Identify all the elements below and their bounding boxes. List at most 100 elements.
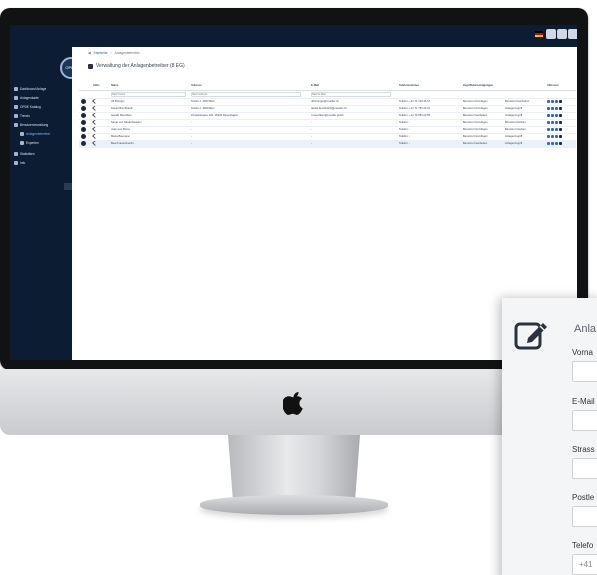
- copy-icon[interactable]: [551, 106, 554, 110]
- expand-row-icon[interactable]: [81, 105, 86, 111]
- breadcrumb-home[interactable]: Startseite: [94, 51, 108, 55]
- settings-button[interactable]: [557, 29, 567, 39]
- delete-icon[interactable]: [559, 120, 562, 124]
- active-toggle-icon[interactable]: [92, 126, 98, 132]
- table-row[interactable]: Beat Frauenknecht - - Telefon: - Benutzer be…: [79, 140, 576, 148]
- expand-row-icon[interactable]: [81, 112, 86, 118]
- sidebar-item-users[interactable]: Benutzerverwaltung: [14, 121, 48, 129]
- sidebar-item-operators[interactable]: Anlagenbetreiber: [20, 130, 50, 138]
- delete-icon[interactable]: [559, 113, 562, 117]
- delete-icon[interactable]: [559, 141, 562, 145]
- edit-icon[interactable]: [547, 113, 550, 117]
- edit-icon[interactable]: [547, 99, 550, 103]
- language-flag-icon[interactable]: [535, 31, 543, 37]
- edit-icon[interactable]: [547, 106, 550, 110]
- expand-cell: [79, 133, 91, 141]
- column-header-name[interactable]: Name: [109, 81, 189, 91]
- expand-row-icon[interactable]: [81, 119, 86, 125]
- column-header-email[interactable]: E-Mail: [309, 81, 397, 91]
- copy-icon[interactable]: [551, 134, 554, 138]
- permission-cell: Benutzer bearbeiten: [461, 140, 503, 148]
- active-toggle-icon[interactable]: [92, 119, 98, 125]
- table-row[interactable]: Serge von Niederhäusern - - Telefon: - Benut…: [79, 119, 576, 127]
- column-header-address[interactable]: Adresse: [189, 81, 309, 91]
- column-header: [79, 81, 91, 91]
- expand-row-icon[interactable]: [81, 126, 86, 132]
- sidebar-item-trends[interactable]: Trends: [14, 112, 30, 120]
- key-icon[interactable]: [555, 127, 558, 131]
- table-row[interactable]: Daniel Burckhardt Teststr.1, 3000 Bern dan…: [79, 105, 576, 113]
- page-title-text: Verwaltung der Anlagenbetreiber (8 EG): [96, 63, 185, 69]
- table-row[interactable]: Maria Baumann - - Telefon: - Benutzer hinzuf…: [79, 133, 576, 141]
- sidebar-item-info[interactable]: Info: [14, 159, 25, 167]
- key-icon[interactable]: [555, 113, 558, 117]
- delete-icon[interactable]: [559, 134, 562, 138]
- active-toggle-icon[interactable]: [92, 105, 98, 111]
- row-actions: [547, 141, 563, 146]
- phone-cell: Telefon: +41 71 765 43 21: [397, 105, 461, 113]
- filter-name-input[interactable]: [111, 91, 186, 97]
- expand-cell: [79, 140, 91, 148]
- sidebar-item-label: Trends: [20, 114, 30, 118]
- email-cell: -: [309, 140, 397, 148]
- email-input[interactable]: [572, 410, 597, 431]
- expand-row-icon[interactable]: [81, 98, 86, 104]
- filter-email-input[interactable]: [311, 91, 391, 97]
- edit-icon[interactable]: [547, 141, 550, 145]
- delete-icon[interactable]: [559, 106, 562, 110]
- sidebar-item-catalog[interactable]: OPDE Katalog: [14, 103, 41, 111]
- sidebar-item-experts[interactable]: Experten: [20, 139, 39, 147]
- key-icon[interactable]: [555, 141, 558, 145]
- sidebar-collapse-button[interactable]: [64, 183, 72, 190]
- edit-icon[interactable]: [547, 127, 550, 131]
- filter-name-cell: [109, 90, 189, 99]
- filter-address-input[interactable]: [191, 91, 301, 97]
- operator-icon: [20, 132, 24, 136]
- delete-icon[interactable]: [559, 99, 562, 103]
- active-toggle-icon[interactable]: [92, 140, 98, 146]
- sidebar-item-dashboard[interactable]: Dashboard Anlage: [14, 85, 46, 93]
- copy-icon[interactable]: [551, 113, 554, 117]
- user-menu-button[interactable]: [568, 29, 577, 39]
- active-cell: [91, 112, 109, 120]
- expand-row-icon[interactable]: [81, 133, 86, 139]
- address-cell: -: [189, 119, 309, 127]
- permission-cell: Benutzer hinzufügen: [461, 105, 503, 113]
- delete-icon[interactable]: [559, 127, 562, 131]
- sidebar-item-map[interactable]: Anlagenkarte: [14, 94, 39, 102]
- key-icon[interactable]: [555, 120, 558, 124]
- home-icon[interactable]: ◀: [88, 51, 91, 55]
- key-icon[interactable]: [555, 134, 558, 138]
- info-icon: [14, 161, 18, 165]
- active-toggle-icon[interactable]: [92, 133, 98, 139]
- copy-icon[interactable]: [551, 120, 554, 124]
- row-actions: [547, 120, 563, 125]
- expand-row-icon[interactable]: [81, 140, 86, 146]
- email-cell: daniel.burckhardt@mueller.ch: [309, 105, 397, 113]
- edit-icon[interactable]: [547, 134, 550, 138]
- name-cell: Beat Frauenknecht: [109, 140, 189, 148]
- column-header-phone[interactable]: Telefonnummer: [397, 81, 461, 91]
- key-icon[interactable]: [555, 106, 558, 110]
- table-row[interactable]: Gerald Rüschlein Ponkelstrasse 12b, 15326…: [79, 112, 576, 120]
- key-icon[interactable]: [555, 99, 558, 103]
- copy-icon[interactable]: [551, 127, 554, 131]
- table-row[interactable]: Jean-Luc Pierre - - Telefon: - Benutzer hinz…: [79, 126, 576, 134]
- active-toggle-icon[interactable]: [92, 98, 98, 104]
- filter-row: [79, 90, 576, 99]
- sidebar-item-statistics[interactable]: Statistiken: [14, 150, 35, 158]
- firstname-input[interactable]: [572, 361, 597, 382]
- street-input[interactable]: [572, 458, 597, 479]
- expert-icon: [20, 141, 24, 145]
- postcode-input[interactable]: [572, 506, 597, 527]
- copy-icon[interactable]: [551, 99, 554, 103]
- column-header-active[interactable]: Aktiv: [91, 81, 109, 91]
- row-actions: [547, 134, 563, 139]
- edit-icon[interactable]: [547, 120, 550, 124]
- breadcrumb-separator: ›: [110, 51, 112, 55]
- active-toggle-icon[interactable]: [92, 112, 98, 118]
- notifications-button[interactable]: [546, 29, 556, 39]
- column-header-permissions[interactable]: Zugriffsberechtigungen: [461, 81, 503, 91]
- copy-icon[interactable]: [551, 141, 554, 145]
- table-row[interactable]: Ulf Brunger Teststr.1, 3000 Bern ulf.brung…: [79, 98, 576, 106]
